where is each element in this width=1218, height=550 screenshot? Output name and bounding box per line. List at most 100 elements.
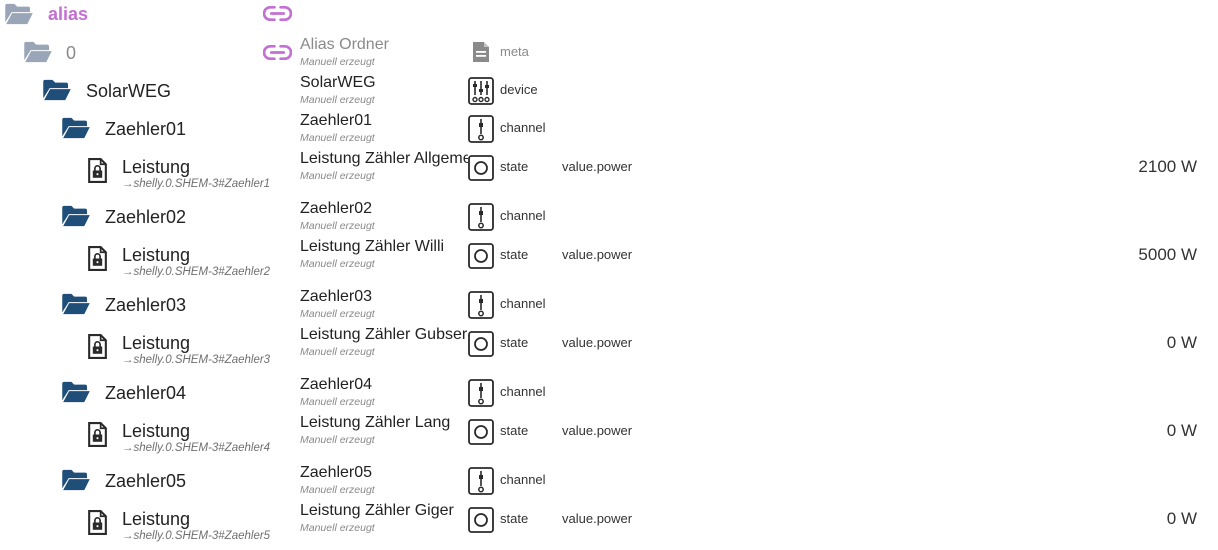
channel-icon	[468, 467, 494, 495]
state-icon	[468, 507, 494, 533]
state-value[interactable]: 0 W	[997, 421, 1197, 441]
object-description: Manuell erzeugt	[300, 434, 375, 446]
object-type: device	[500, 82, 538, 97]
state-value[interactable]: 2100 W	[997, 157, 1197, 177]
alias-target: →shelly.0.SHEM-3#Zaehler2	[122, 266, 271, 278]
tree-row-channel[interactable]: Zaehler05 Zaehler05 Manuell erzeugt channel	[0, 462, 1218, 500]
object-type: channel	[500, 120, 546, 135]
object-description: Manuell erzeugt	[300, 346, 375, 358]
folder-closed-icon[interactable]	[61, 469, 91, 491]
alias-target: →shelly.0.SHEM-3#Zaehler4	[122, 442, 271, 454]
object-type: state	[500, 335, 529, 350]
tree-row-channel[interactable]: Zaehler02 Zaehler02 Manuell erzeugt channel	[0, 198, 1218, 236]
device-sliders-icon	[468, 77, 494, 105]
object-description: Manuell erzeugt	[300, 170, 375, 182]
state-icon	[468, 331, 494, 357]
object-name[interactable]: Leistung Zähler Lang	[300, 414, 468, 432]
folder-open-icon[interactable]	[4, 3, 34, 25]
object-type: channel	[500, 384, 546, 399]
object-type: state	[500, 423, 529, 438]
alias-target: →shelly.0.SHEM-3#Zaehler3	[122, 354, 271, 366]
object-name[interactable]: Leistung Zähler Gubser	[300, 326, 468, 344]
object-description: Manuell erzeugt	[300, 522, 375, 534]
locked-file-icon	[88, 422, 107, 447]
object-type: channel	[500, 208, 546, 223]
alias-target: →shelly.0.SHEM-3#Zaehler5	[122, 530, 271, 542]
tree-label-state: Leistung	[122, 421, 191, 441]
object-type: state	[500, 159, 529, 174]
object-name[interactable]: Zaehler01	[300, 112, 468, 130]
folder-open-icon[interactable]	[23, 41, 53, 63]
tree-label-solarweg: SolarWEG	[86, 81, 172, 101]
object-description: Manuell erzeugt	[300, 258, 375, 270]
locked-file-icon	[88, 246, 107, 271]
tree-label-channel: Zaehler04	[105, 383, 187, 403]
tree-label-channel: Zaehler05	[105, 471, 187, 491]
folder-open-icon[interactable]	[42, 79, 72, 101]
object-role: value.power	[562, 247, 633, 262]
tree-label-state: Leistung	[122, 245, 191, 265]
folder-closed-icon[interactable]	[61, 117, 91, 139]
object-description: Manuell erzeugt	[300, 220, 375, 232]
tree-row-channel[interactable]: Zaehler01 Zaehler01 Manuell erzeugt channel	[0, 110, 1218, 148]
object-type: channel	[500, 472, 546, 487]
tree-label-channel: Zaehler02	[105, 207, 187, 227]
tree-row-state[interactable]: Leistung →shelly.0.SHEM-3#Zaehler5 Leistun…	[0, 500, 1218, 550]
object-type: meta	[500, 44, 529, 59]
state-value[interactable]: 0 W	[997, 333, 1197, 353]
object-name[interactable]: Zaehler04	[300, 376, 468, 394]
tree-label-alias: alias	[48, 4, 89, 24]
object-name[interactable]: SolarWEG	[300, 74, 468, 92]
object-description: Manuell erzeugt	[300, 94, 375, 106]
folder-closed-icon[interactable]	[61, 381, 91, 403]
object-description: Manuell erzeugt	[300, 484, 375, 496]
tree-row-alias[interactable]: alias	[0, 0, 1218, 30]
locked-file-icon	[88, 158, 107, 183]
tree-row-solarweg[interactable]: SolarWEG SolarWEG Manuell erzeugt device	[0, 72, 1218, 110]
object-description: Manuell erzeugt	[300, 396, 375, 408]
tree-row-state[interactable]: Leistung →shelly.0.SHEM-3#Zaehler4 Leistun…	[0, 412, 1218, 462]
state-value[interactable]: 0 W	[997, 509, 1197, 529]
object-name[interactable]: Zaehler03	[300, 288, 468, 306]
folder-closed-icon[interactable]	[61, 205, 91, 227]
state-value[interactable]: 5000 W	[997, 245, 1197, 265]
channel-icon	[468, 379, 494, 407]
tree-row-state[interactable]: Leistung →shelly.0.SHEM-3#Zaehler1 Leistun…	[0, 148, 1218, 198]
object-description: Manuell erzeugt	[300, 308, 375, 320]
tree-label-channel: Zaehler03	[105, 295, 187, 315]
object-role: value.power	[562, 423, 633, 438]
tree-label-state: Leistung	[122, 157, 191, 177]
alias-target: →shelly.0.SHEM-3#Zaehler1	[122, 178, 271, 190]
object-name[interactable]: Zaehler02	[300, 200, 468, 218]
object-name[interactable]: Alias Ordner	[300, 36, 468, 54]
channel-icon	[468, 203, 494, 231]
object-name[interactable]: Leistung Zähler Giger	[300, 502, 468, 520]
object-description: Manuell erzeugt	[300, 56, 375, 68]
tree-label-0: 0	[66, 43, 77, 63]
tree-row-channel[interactable]: Zaehler04 Zaehler04 Manuell erzeugt channel	[0, 374, 1218, 412]
object-type: state	[500, 247, 529, 262]
object-description: Manuell erzeugt	[300, 132, 375, 144]
object-name[interactable]: Leistung Zähler Allgemein	[300, 150, 468, 168]
locked-file-icon	[88, 510, 107, 535]
state-icon	[468, 419, 494, 445]
object-name[interactable]: Leistung Zähler Willi	[300, 238, 468, 256]
tree-label-state: Leistung	[122, 509, 191, 529]
tree-label-channel: Zaehler01	[105, 119, 187, 139]
tree-row-state[interactable]: Leistung →shelly.0.SHEM-3#Zaehler2 Leistun…	[0, 236, 1218, 286]
tree-row-state[interactable]: Leistung →shelly.0.SHEM-3#Zaehler3 Leistun…	[0, 324, 1218, 374]
locked-file-icon	[88, 334, 107, 359]
object-name[interactable]: Zaehler05	[300, 464, 468, 482]
tree-row-channel[interactable]: Zaehler03 Zaehler03 Manuell erzeugt channel	[0, 286, 1218, 324]
meta-file-icon	[472, 41, 490, 63]
folder-closed-icon[interactable]	[61, 293, 91, 315]
tree-label-state: Leistung	[122, 333, 191, 353]
link-icon[interactable]	[263, 44, 292, 61]
tree-row-0[interactable]: 0 Alias Ordner Manuell erzeugt meta	[0, 34, 1218, 72]
object-type: state	[500, 511, 529, 526]
link-icon[interactable]	[263, 5, 292, 22]
channel-icon	[468, 115, 494, 143]
state-icon	[468, 155, 494, 181]
state-icon	[468, 243, 494, 269]
channel-icon	[468, 291, 494, 319]
